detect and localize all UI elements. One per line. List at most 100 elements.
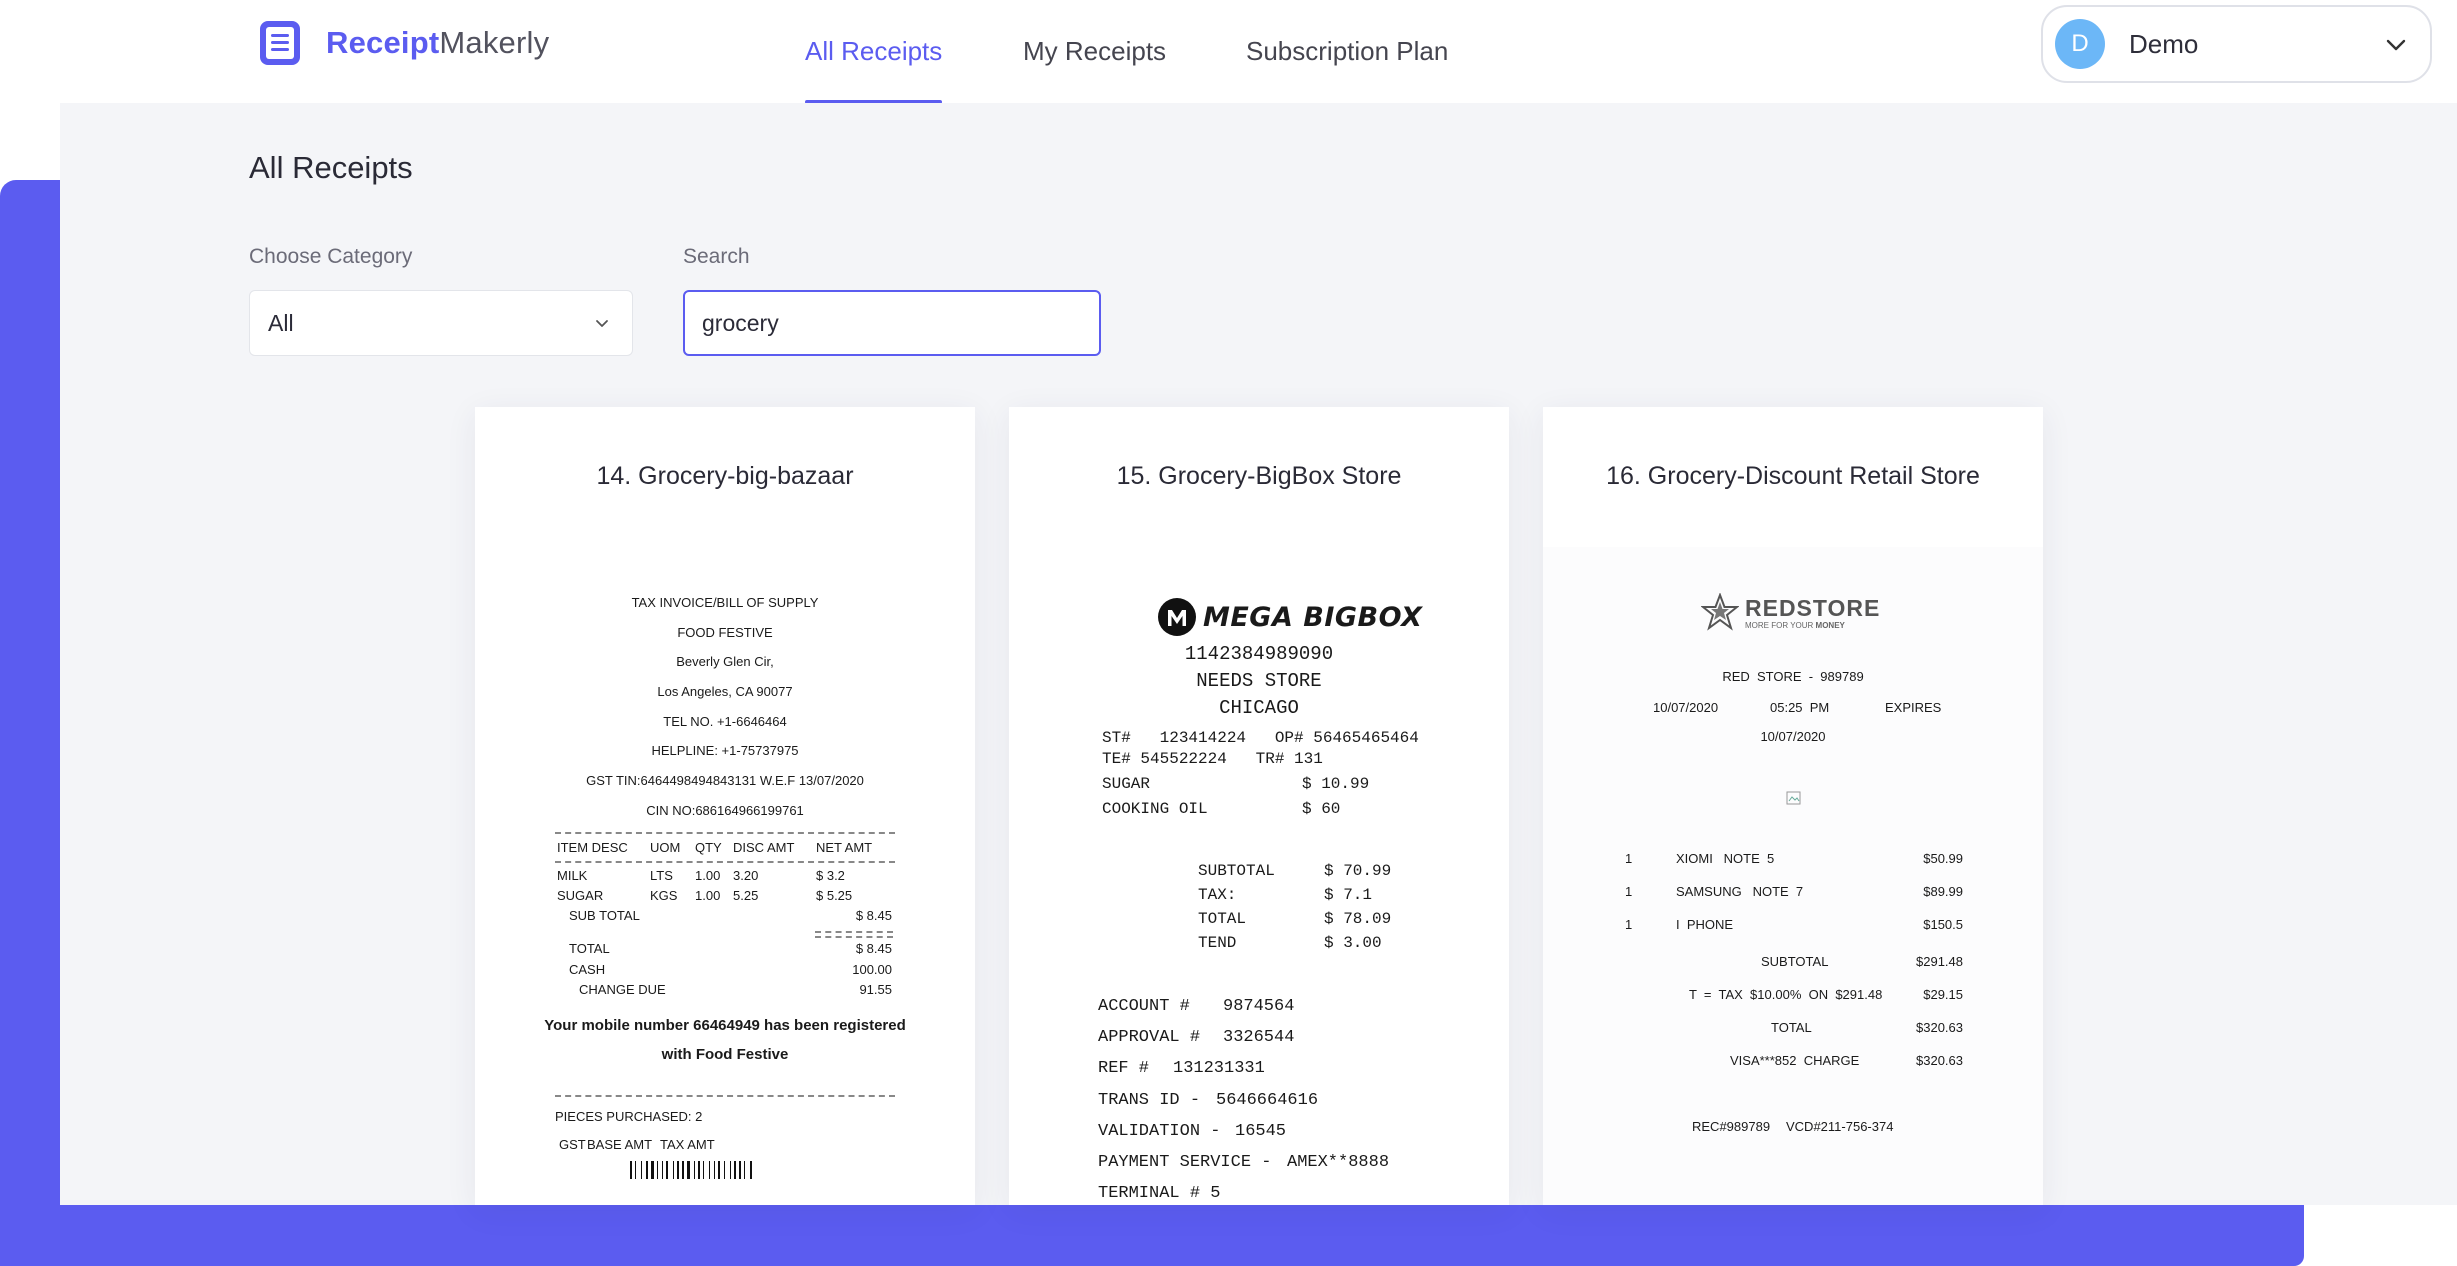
category-value: All [268, 309, 294, 336]
search-input[interactable] [683, 290, 1101, 356]
receipt-total-value: $ 70.99 [1324, 862, 1392, 880]
receipt-card[interactable]: 14. Grocery-big-bazaar TAX INVOICE/BILL … [475, 407, 975, 1205]
receipt-line: CIN NO:686164966199761 [646, 803, 804, 818]
receipt-col: UOM [650, 840, 681, 855]
receipt-expires-label: EXPIRES [1885, 700, 1942, 715]
receipt-item-qty: 1 [1625, 917, 1633, 932]
nav-subscription-plan[interactable]: Subscription Plan [1246, 0, 1448, 103]
receipt-total-label: SUBTOTAL [1198, 862, 1275, 880]
receipt-line: HELPLINE: +1-75737975 [651, 743, 799, 758]
receipt-item-uom: KGS [650, 888, 678, 903]
receipt-subtotal-label: SUB TOTAL [569, 908, 640, 923]
receipt-item-qty: 1.00 [695, 888, 721, 903]
receipt-change-label: CHANGE DUE [579, 982, 666, 997]
receipt-preview: TAX INVOICE/BILL OF SUPPLY FOOD FESTIVE … [475, 407, 975, 1205]
receipt-preview: MEGA BIGBOX 1142384989090 NEEDS STORE CH… [1009, 407, 1509, 1205]
nav-my-receipts[interactable]: My Receipts [1023, 0, 1166, 103]
receipt-ref-label: VALIDATION - [1098, 1122, 1221, 1141]
receipt-total-value: $ 3.00 [1324, 934, 1382, 952]
category-select[interactable]: All [249, 290, 633, 356]
receipt-divider [555, 1095, 895, 1097]
receipt-total: $320.63 [1916, 1020, 1963, 1035]
receipt-ids: ST# 123414224 OP# 56465465464 [1102, 729, 1419, 747]
receipt-ids: TE# 545522224 TR# 131 [1102, 750, 1323, 768]
receipt-ref-value: 9874564 [1223, 997, 1295, 1016]
receipt-city: CHICAGO [1219, 697, 1299, 719]
barcode-image [630, 1161, 778, 1179]
receipt-note: with Food Festive [661, 1046, 789, 1063]
purple-backdrop-bottom [0, 1205, 2304, 1266]
chevron-down-icon [2386, 39, 2406, 51]
receipt-ref-value: AMEX**8888 [1287, 1153, 1390, 1172]
user-name: Demo [2129, 28, 2199, 59]
receipt-total-label: TOTAL [569, 941, 610, 956]
receipt-item-net: $ 5.25 [816, 888, 853, 903]
receipt-item-name: I PHONE [1676, 917, 1734, 932]
receipt-total: $ 8.45 [855, 941, 892, 956]
receipt-line: TEL NO. +1-6646464 [663, 714, 787, 729]
search-label: Search [683, 245, 750, 268]
receipt-ref-label: ACCOUNT # [1098, 997, 1190, 1016]
receipt-col: NET AMT [816, 840, 873, 855]
receipt-rec: REC#989789 [1692, 1119, 1771, 1134]
receipt-item-disc: 3.20 [733, 868, 759, 883]
receipt-total-value: $ 7.1 [1324, 886, 1373, 904]
receipt-subtotal: $ 8.45 [855, 908, 892, 923]
receipt-ref-label: APPROVAL # [1098, 1028, 1201, 1047]
avatar: D [2055, 19, 2105, 69]
receipt-total-value: $ 78.09 [1324, 910, 1392, 928]
redstore-logo: REDSTORE MORE FOR YOUR MONEY [1701, 593, 1880, 631]
receipt-total-label: TAX: [1198, 886, 1237, 904]
top-navbar: ReceiptMakerly All Receipts My Receipts … [0, 0, 2457, 104]
receipt-tax: $29.15 [1923, 987, 1963, 1002]
receipt-item-uom: LTS [650, 868, 673, 883]
brand-name: REDSTORE [1745, 594, 1881, 621]
receipt-item-qty: 1 [1625, 884, 1633, 899]
receipt-ref-label: REF # [1098, 1059, 1150, 1078]
receipt-cash-label: CASH [569, 962, 606, 977]
receipt-col: QTY [695, 840, 722, 855]
mega-bigbox-logo: MEGA BIGBOX [1157, 597, 1422, 637]
brand-tagline: MORE FOR YOUR MONEY [1745, 620, 1845, 630]
receipt-total-label: TEND [1198, 934, 1237, 952]
receipt-line: FOOD FESTIVE [677, 625, 773, 640]
receipt-vcd: VCD#211-756-374 [1786, 1119, 1894, 1134]
receipt-item-name: SUGAR [1102, 775, 1151, 793]
receipt-charge: $320.63 [1916, 1053, 1963, 1068]
nav-all-receipts[interactable]: All Receipts [805, 0, 943, 104]
receipt-date: 10/07/2020 [1653, 700, 1719, 715]
receipt-ref-label: TERMINAL # 5 [1098, 1184, 1221, 1203]
receipt-col: ITEM DESC [557, 840, 628, 855]
receipt-gst-col: GST [559, 1137, 586, 1152]
receipt-item-qty: 1 [1625, 851, 1633, 866]
receipt-pieces: PIECES PURCHASED: 2 [555, 1109, 703, 1124]
receipt-item-disc: 5.25 [733, 888, 759, 903]
receipt-card[interactable]: 15. Grocery-BigBox Store MEGA BIGBOX 114… [1009, 407, 1509, 1205]
broken-image-icon [1786, 791, 1801, 805]
receipt-total-label: TOTAL [1198, 910, 1247, 928]
user-menu[interactable]: D Demo [2041, 5, 2432, 83]
receipt-gst-col: TAX AMT [660, 1137, 715, 1152]
receipt-subtotal-label: SUBTOTAL [1761, 954, 1829, 969]
receipt-ref-label: PAYMENT SERVICE - [1098, 1153, 1272, 1172]
receipt-item-name: XIOMI NOTE 5 [1676, 851, 1775, 866]
receipt-time: 05:25 PM [1770, 700, 1830, 715]
receipt-divider [555, 861, 895, 863]
receipt-logo-icon [260, 21, 300, 65]
receipt-ref-value: 131231331 [1173, 1059, 1265, 1078]
mega-bigbox-icon [1158, 598, 1196, 636]
receipt-change: 91.55 [859, 982, 892, 997]
receipt-item-name: SAMSUNG NOTE 7 [1676, 884, 1804, 899]
receipt-gst-col: BASE AMT [587, 1137, 653, 1152]
receipt-card[interactable]: 16. Grocery-Discount Retail Store REDSTO… [1543, 407, 2043, 1205]
receipt-line: Los Angeles, CA 90077 [657, 684, 793, 699]
receipt-store: NEEDS STORE [1196, 670, 1322, 692]
receipt-store: RED STORE - 989789 [1722, 669, 1864, 684]
category-label: Choose Category [249, 245, 413, 268]
receipt-item-price: $150.5 [1923, 917, 1963, 932]
receipt-ref-label: TRANS ID - [1098, 1091, 1201, 1110]
app-logo[interactable]: ReceiptMakerly [256, 18, 549, 68]
receipt-divider [555, 832, 895, 834]
receipt-cash: 100.00 [852, 962, 892, 977]
receipt-divider [815, 936, 893, 938]
